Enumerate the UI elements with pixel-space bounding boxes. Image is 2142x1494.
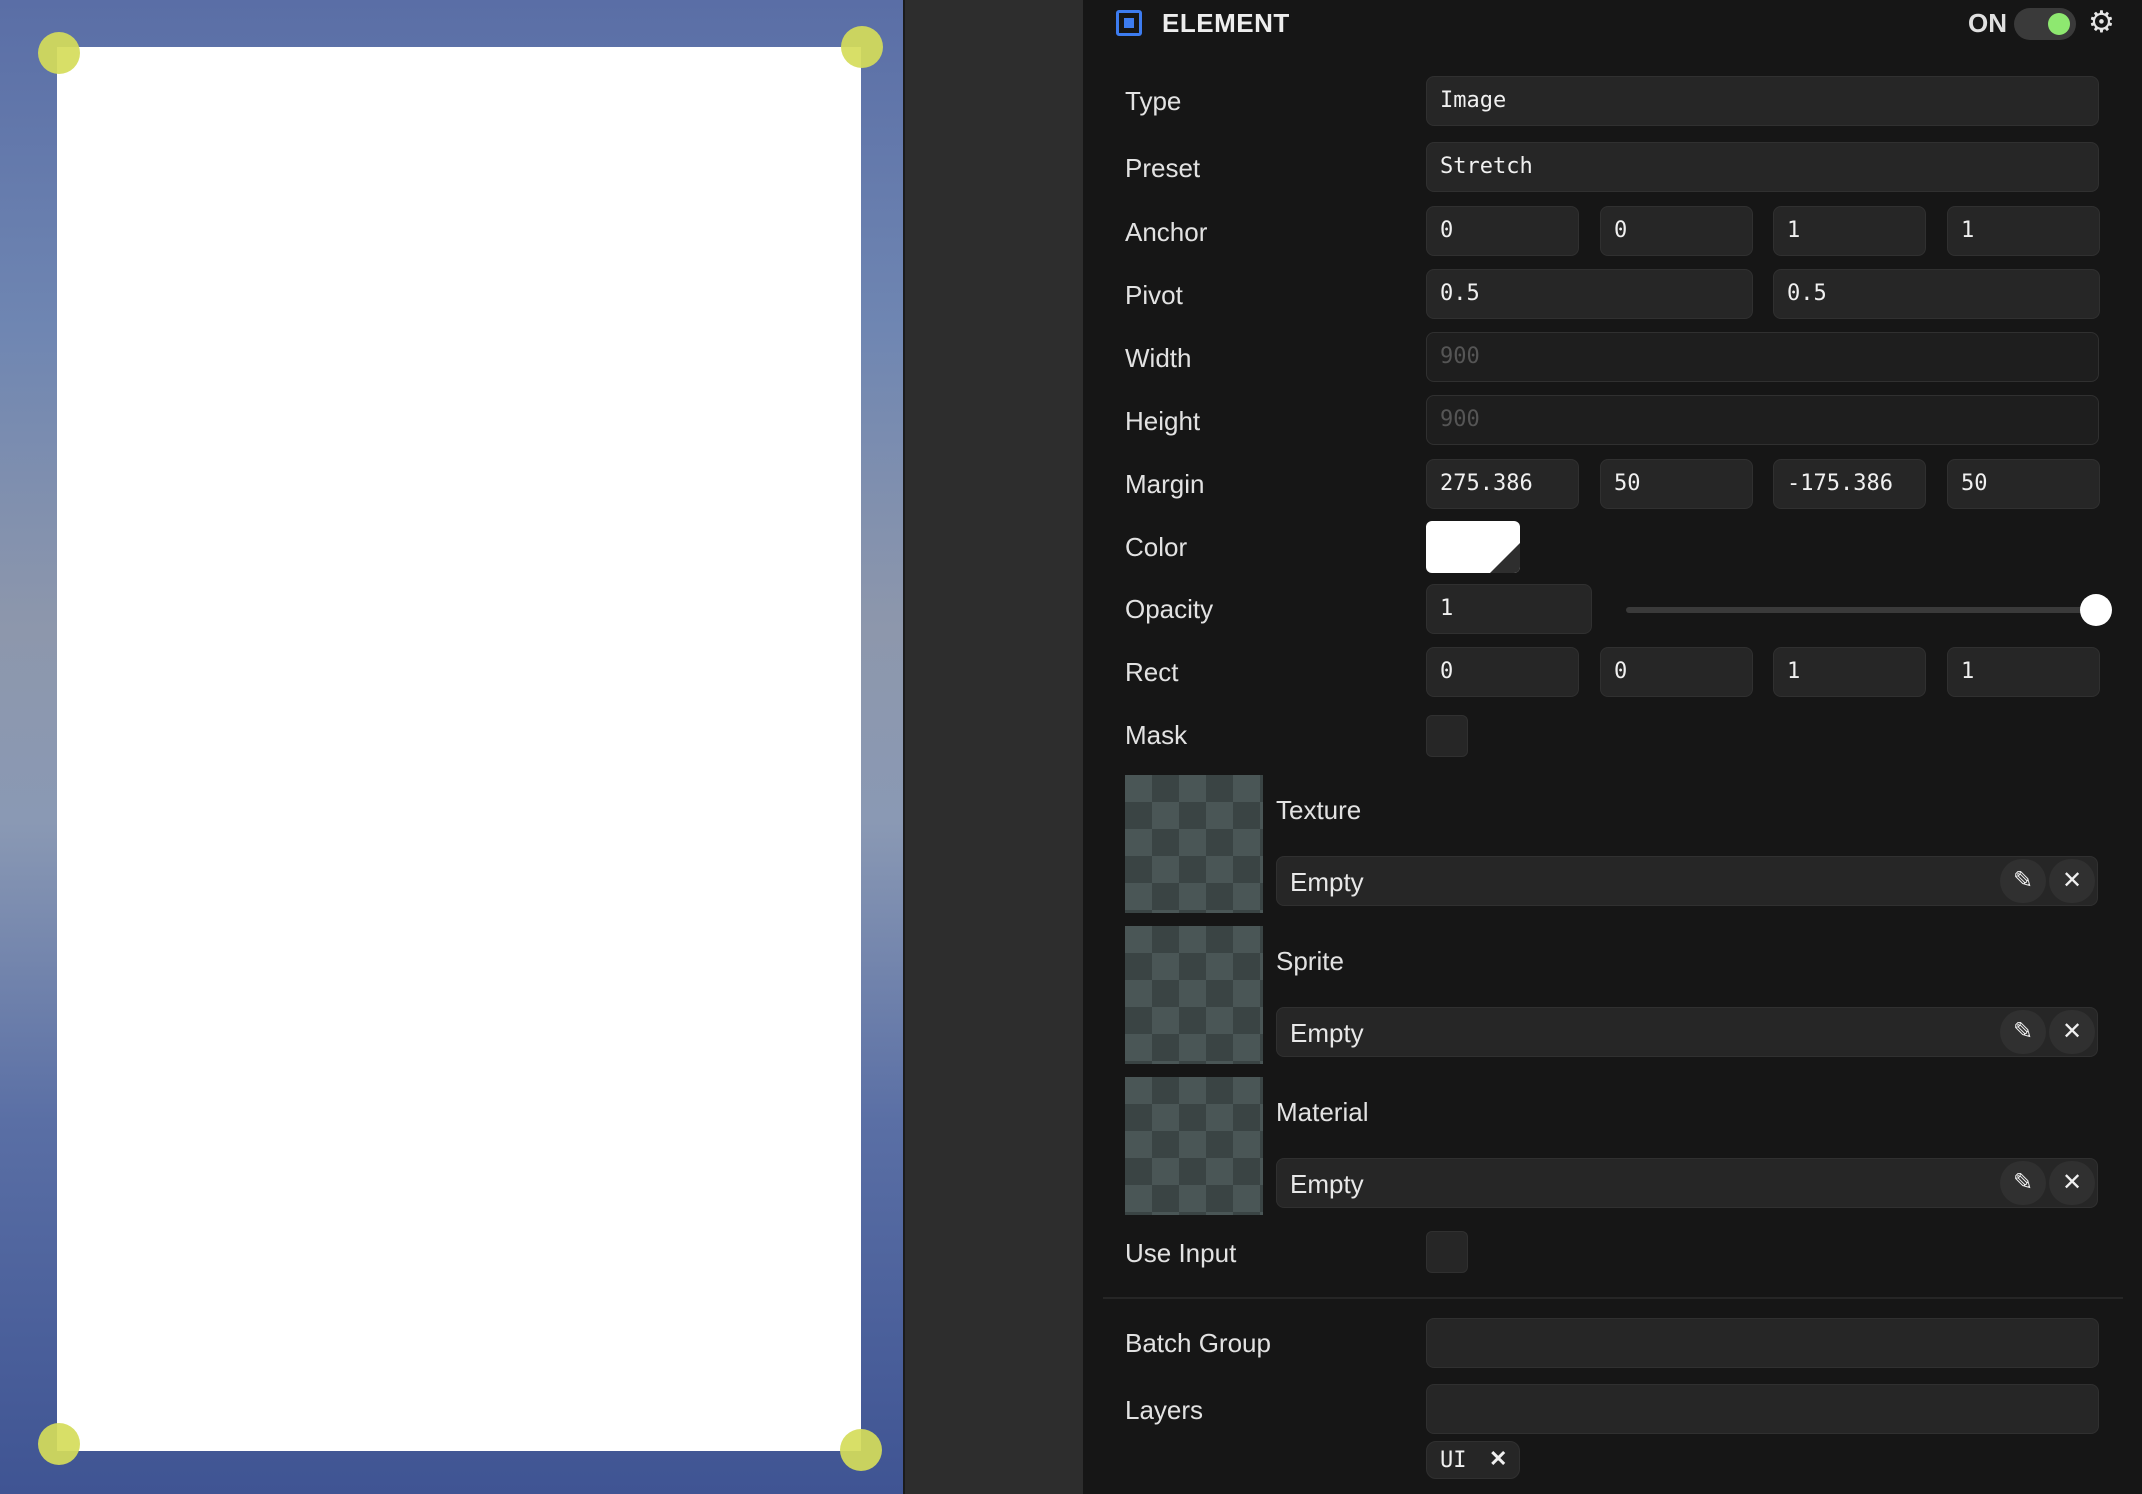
rect-field-0[interactable]: 0 bbox=[1426, 647, 1579, 697]
enabled-toggle[interactable] bbox=[2014, 8, 2076, 40]
close-icon[interactable]: ✕ bbox=[2049, 859, 2095, 903]
anchor-field-0[interactable]: 0 bbox=[1426, 206, 1579, 256]
type-label: Type bbox=[1125, 86, 1182, 116]
material-label: Material bbox=[1276, 1097, 1369, 1127]
pencil-icon[interactable]: ✎ bbox=[2000, 859, 2046, 903]
sprite-value: Empty bbox=[1290, 1018, 1364, 1048]
margin-field-top[interactable]: 50 bbox=[1947, 459, 2100, 509]
element-square-icon bbox=[1116, 10, 1142, 36]
opacity-slider-track[interactable] bbox=[1626, 607, 2096, 613]
pencil-icon[interactable]: ✎ bbox=[2000, 1010, 2046, 1054]
component-header: ELEMENT ON ⚙ bbox=[1083, 0, 2142, 48]
anchor-field-2[interactable]: 1 bbox=[1773, 206, 1926, 256]
close-icon[interactable]: ✕ bbox=[2049, 1010, 2095, 1054]
layers-select[interactable] bbox=[1426, 1384, 2099, 1434]
texture-thumbnail[interactable] bbox=[1125, 775, 1263, 913]
anchor-field-3[interactable]: 1 bbox=[1947, 206, 2100, 256]
material-thumbnail[interactable] bbox=[1125, 1077, 1263, 1215]
rect-label: Rect bbox=[1125, 657, 1179, 687]
type-select[interactable]: Image bbox=[1426, 76, 2099, 126]
sprite-asset-field[interactable]: Empty ✎ ✕ bbox=[1276, 1007, 2098, 1057]
layer-tag[interactable]: UI ✕ bbox=[1426, 1441, 1520, 1479]
mask-label: Mask bbox=[1125, 720, 1188, 750]
opacity-label: Opacity bbox=[1125, 594, 1214, 624]
layer-tag-label: UI bbox=[1440, 1448, 1467, 1473]
anchor-label: Anchor bbox=[1125, 217, 1208, 247]
opacity-slider-thumb[interactable] bbox=[2080, 594, 2112, 626]
rect-field-2[interactable]: 1 bbox=[1773, 647, 1926, 697]
color-label: Color bbox=[1125, 532, 1188, 562]
material-asset-field[interactable]: Empty ✎ ✕ bbox=[1276, 1158, 2098, 1208]
width-field: 900 bbox=[1426, 332, 2099, 382]
enabled-label: ON bbox=[1968, 8, 2007, 38]
margin-label: Margin bbox=[1125, 469, 1205, 499]
anchor-handle-top-right[interactable] bbox=[841, 26, 883, 68]
batch-group-label: Batch Group bbox=[1125, 1328, 1271, 1358]
layers-label: Layers bbox=[1125, 1395, 1204, 1425]
preset-select[interactable]: Stretch bbox=[1426, 142, 2099, 192]
pivot-label: Pivot bbox=[1125, 280, 1183, 310]
panel-gutter bbox=[905, 0, 1083, 1494]
texture-asset-field[interactable]: Empty ✎ ✕ bbox=[1276, 856, 2098, 906]
toggle-knob bbox=[2048, 13, 2070, 35]
pencil-icon[interactable]: ✎ bbox=[2000, 1161, 2046, 1205]
height-field: 900 bbox=[1426, 395, 2099, 445]
scene-viewport[interactable] bbox=[0, 0, 903, 1494]
opacity-field[interactable]: 1 bbox=[1426, 584, 1592, 634]
anchor-handle-bottom-left[interactable] bbox=[38, 1423, 80, 1465]
texture-value: Empty bbox=[1290, 867, 1364, 897]
ui-image-element[interactable] bbox=[57, 47, 861, 1451]
margin-field-bottom[interactable]: 50 bbox=[1600, 459, 1753, 509]
anchor-handle-top-left[interactable] bbox=[38, 32, 80, 74]
component-title: ELEMENT bbox=[1162, 8, 1290, 38]
mask-checkbox[interactable] bbox=[1426, 715, 1468, 757]
use-input-label: Use Input bbox=[1125, 1238, 1237, 1268]
texture-label: Texture bbox=[1276, 795, 1362, 825]
width-label: Width bbox=[1125, 343, 1192, 373]
swatch-corner bbox=[1490, 543, 1520, 573]
close-icon[interactable]: ✕ bbox=[2049, 1161, 2095, 1205]
use-input-checkbox[interactable] bbox=[1426, 1231, 1468, 1273]
anchor-handle-bottom-right[interactable] bbox=[840, 1429, 882, 1471]
pivot-field-y[interactable]: 0.5 bbox=[1773, 269, 2100, 319]
sprite-label: Sprite bbox=[1276, 946, 1344, 976]
margin-field-left[interactable]: 275.386 bbox=[1426, 459, 1579, 509]
rect-field-3[interactable]: 1 bbox=[1947, 647, 2100, 697]
gear-icon[interactable]: ⚙ bbox=[2088, 4, 2115, 42]
preset-label: Preset bbox=[1125, 153, 1201, 183]
height-label: Height bbox=[1125, 406, 1201, 436]
color-swatch[interactable] bbox=[1426, 521, 1520, 573]
margin-field-right[interactable]: -175.386 bbox=[1773, 459, 1926, 509]
rect-field-1[interactable]: 0 bbox=[1600, 647, 1753, 697]
pivot-field-x[interactable]: 0.5 bbox=[1426, 269, 1753, 319]
sprite-thumbnail[interactable] bbox=[1125, 926, 1263, 1064]
close-icon[interactable]: ✕ bbox=[1489, 1446, 1507, 1472]
batch-group-select[interactable] bbox=[1426, 1318, 2099, 1368]
material-value: Empty bbox=[1290, 1169, 1364, 1199]
element-inspector-panel: ELEMENT ON ⚙ Type Image Preset Stretch A… bbox=[1083, 0, 2142, 1494]
anchor-field-1[interactable]: 0 bbox=[1600, 206, 1753, 256]
section-divider bbox=[1103, 1297, 2123, 1299]
